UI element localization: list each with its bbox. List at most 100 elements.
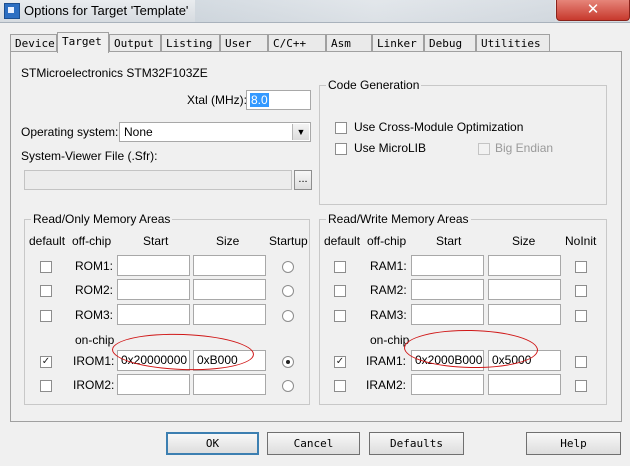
ram2-default-checkbox[interactable] [334, 285, 346, 297]
sfr-label: System-Viewer File (.Sfr): [21, 149, 158, 163]
ro-header-start: Start [143, 234, 169, 248]
irom2-label: IROM2: [73, 378, 115, 392]
rw-header-offchip: off-chip [367, 234, 407, 248]
iram2-start-input[interactable] [411, 374, 484, 395]
microlib-checkbox[interactable] [335, 143, 347, 155]
ok-button[interactable]: OK [166, 432, 259, 455]
target-panel: STMicroelectronics STM32F103ZE Xtal (MHz… [10, 51, 622, 422]
irom2-size-input[interactable] [193, 374, 266, 395]
rw-header-noinit: NoInit [565, 234, 597, 248]
ram2-start-input[interactable] [411, 279, 484, 300]
rom3-startup-radio[interactable] [282, 310, 294, 322]
irom1-default-checkbox[interactable]: ✓ [40, 356, 52, 368]
iram2-noinit-checkbox[interactable] [575, 380, 587, 392]
iram1-size-input[interactable]: 0x5000 [488, 350, 561, 371]
window-title: Options for Target 'Template' [24, 3, 189, 18]
code-generation-group: Code Generation Use Cross-Module Optimiz… [319, 78, 607, 205]
ram2-noinit-checkbox[interactable] [575, 285, 587, 297]
ro-memory-group: Read/Only Memory Areas default off-chip … [24, 212, 310, 405]
ro-onchip-label: on-chip [75, 333, 115, 347]
ram2-label: RAM2: [370, 283, 407, 297]
rom2-startup-radio[interactable] [282, 285, 294, 297]
ram2-size-input[interactable] [488, 279, 561, 300]
ram1-default-checkbox[interactable] [334, 261, 346, 273]
tab-linker[interactable]: Linker [372, 34, 424, 51]
irom1-startup-radio[interactable] [282, 356, 294, 368]
device-name: STMicroelectronics STM32F103ZE [21, 66, 208, 80]
chevron-down-icon[interactable]: ▼ [292, 124, 309, 140]
rom3-default-checkbox[interactable] [40, 310, 52, 322]
iram1-default-checkbox[interactable]: ✓ [334, 356, 346, 368]
rw-onchip-label: on-chip [370, 333, 410, 347]
cross-module-checkbox[interactable] [335, 122, 347, 134]
ram1-size-input[interactable] [488, 255, 561, 276]
rom2-size-input[interactable] [193, 279, 266, 300]
ram1-label: RAM1: [370, 259, 407, 273]
irom2-startup-radio[interactable] [282, 380, 294, 392]
ram3-start-input[interactable] [411, 304, 484, 325]
tab-utilities[interactable]: Utilities [476, 34, 550, 51]
cross-module-label: Use Cross-Module Optimization [354, 120, 524, 134]
tab-c-cpp[interactable]: C/C++ [268, 34, 326, 51]
iram2-size-input[interactable] [488, 374, 561, 395]
ro-memory-title: Read/Only Memory Areas [31, 212, 173, 226]
rom1-label: ROM1: [75, 259, 114, 273]
big-endian-checkbox[interactable] [478, 143, 490, 155]
rom1-size-input[interactable] [193, 255, 266, 276]
rw-header-default: default [324, 234, 361, 248]
rw-header-start: Start [436, 234, 462, 248]
os-label: Operating system: [21, 125, 119, 139]
os-value: None [124, 125, 153, 139]
ram1-noinit-checkbox[interactable] [575, 261, 587, 273]
iram2-default-checkbox[interactable] [334, 380, 346, 392]
close-button[interactable]: ✕ [556, 0, 630, 21]
ro-header-offchip: off-chip [72, 234, 112, 248]
xtal-input[interactable]: 8.0 [246, 90, 311, 110]
title-bar-background [195, 0, 555, 22]
rom2-default-checkbox[interactable] [40, 285, 52, 297]
rom3-start-input[interactable] [117, 304, 190, 325]
iram1-label: IRAM1: [366, 354, 407, 368]
tab-asm[interactable]: Asm [326, 34, 372, 51]
irom2-start-input[interactable] [117, 374, 190, 395]
help-button[interactable]: Help [526, 432, 621, 455]
title-bar[interactable]: Options for Target 'Template' ✕ [0, 0, 630, 23]
os-select[interactable]: None ▼ [119, 122, 311, 142]
rom3-size-input[interactable] [193, 304, 266, 325]
defaults-button[interactable]: Defaults [369, 432, 464, 455]
iram1-start-input[interactable]: 0x2000B000 [411, 350, 484, 371]
tab-target[interactable]: Target [57, 32, 109, 53]
ram3-noinit-checkbox[interactable] [575, 310, 587, 322]
rw-memory-title: Read/Write Memory Areas [326, 212, 471, 226]
iram1-noinit-checkbox[interactable] [575, 356, 587, 368]
sfr-browse-button[interactable]: ... [294, 170, 312, 190]
ram3-default-checkbox[interactable] [334, 310, 346, 322]
code-generation-title: Code Generation [326, 78, 422, 92]
app-icon [4, 3, 20, 19]
rw-header-size: Size [512, 234, 536, 248]
rom2-start-input[interactable] [117, 279, 190, 300]
tab-listing[interactable]: Listing [161, 34, 220, 51]
irom2-default-checkbox[interactable] [40, 380, 52, 392]
big-endian-label: Big Endian [495, 141, 554, 155]
xtal-label: Xtal (MHz): [187, 93, 247, 107]
iram2-label: IRAM2: [366, 378, 407, 392]
sfr-input[interactable] [24, 170, 292, 190]
tab-user[interactable]: User [220, 34, 268, 51]
rw-memory-group: Read/Write Memory Areas default off-chip… [319, 212, 607, 405]
ro-header-size: Size [216, 234, 240, 248]
irom1-size-input[interactable]: 0xB000 [193, 350, 266, 371]
rom2-label: ROM2: [75, 283, 114, 297]
rom1-default-checkbox[interactable] [40, 261, 52, 273]
tab-output[interactable]: Output [109, 34, 161, 51]
ram3-size-input[interactable] [488, 304, 561, 325]
ro-header-default: default [29, 234, 66, 248]
rom1-startup-radio[interactable] [282, 261, 294, 273]
ram1-start-input[interactable] [411, 255, 484, 276]
rom3-label: ROM3: [75, 308, 114, 322]
irom1-start-input[interactable]: 0x20000000 [117, 350, 190, 371]
rom1-start-input[interactable] [117, 255, 190, 276]
tab-device[interactable]: Device [10, 34, 57, 51]
tab-debug[interactable]: Debug [424, 34, 476, 51]
cancel-button[interactable]: Cancel [267, 432, 360, 455]
